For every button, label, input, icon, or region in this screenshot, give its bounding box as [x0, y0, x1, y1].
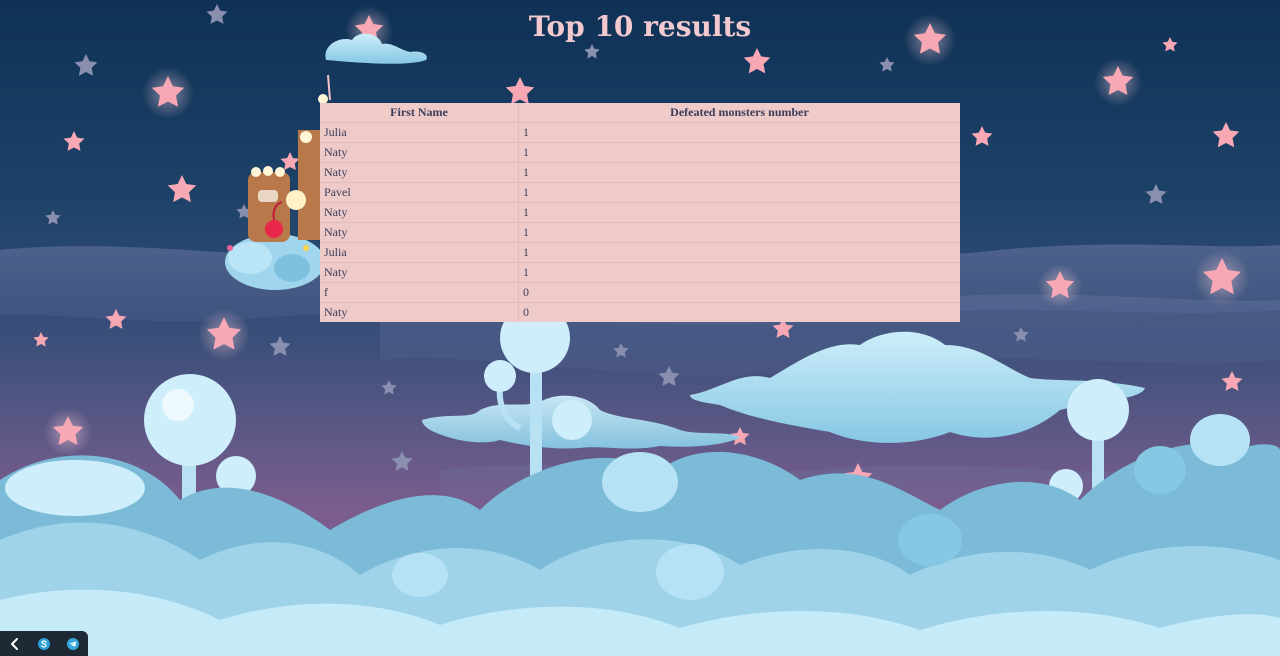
column-header-first-name: First Name [320, 103, 519, 123]
cell-defeated-monsters: 1 [518, 122, 960, 143]
candy-castle [225, 74, 331, 290]
table-row: Naty 1 [320, 162, 960, 183]
back-button[interactable] [4, 633, 26, 655]
column-header-defeated-monsters: Defeated monsters number [518, 103, 960, 123]
cell-first-name: Pavel [320, 182, 519, 203]
social-dock [0, 631, 88, 656]
cell-defeated-monsters: 1 [518, 142, 960, 163]
cell-first-name: Naty [320, 302, 519, 322]
cell-defeated-monsters: 0 [518, 282, 960, 303]
cell-first-name: Julia [320, 122, 519, 143]
cell-defeated-monsters: 1 [518, 182, 960, 203]
telegram-icon [67, 637, 80, 650]
page-title: Top 10 results [528, 10, 752, 43]
table-row: Naty 0 [320, 302, 960, 322]
table-row: f 0 [320, 282, 960, 303]
skype-button[interactable] [33, 633, 55, 655]
cell-first-name: Julia [320, 242, 519, 263]
cell-defeated-monsters: 1 [518, 202, 960, 223]
cell-defeated-monsters: 1 [518, 222, 960, 243]
cell-first-name: Naty [320, 142, 519, 163]
background-scene [0, 3, 1280, 656]
table-row: Naty 1 [320, 222, 960, 243]
cell-first-name: Naty [320, 262, 519, 283]
cell-first-name: f [320, 282, 519, 303]
table-header-row: First Name Defeated monsters number [320, 103, 960, 123]
table-row: Naty 1 [320, 142, 960, 163]
table-row: Naty 1 [320, 202, 960, 223]
cell-first-name: Naty [320, 202, 519, 223]
cell-first-name: Naty [320, 162, 519, 183]
cell-first-name: Naty [320, 222, 519, 243]
back-arrow-icon [10, 637, 18, 650]
telegram-button[interactable] [62, 633, 84, 655]
table-row: Julia 1 [320, 122, 960, 143]
cell-defeated-monsters: 0 [518, 302, 960, 322]
results-table: First Name Defeated monsters number Juli… [320, 103, 960, 322]
table-row: Julia 1 [320, 242, 960, 263]
cell-defeated-monsters: 1 [518, 242, 960, 263]
table-row: Pavel 1 [320, 182, 960, 203]
skype-icon [37, 637, 50, 650]
cell-defeated-monsters: 1 [518, 162, 960, 183]
cell-defeated-monsters: 1 [518, 262, 960, 283]
table-row: Naty 1 [320, 262, 960, 283]
